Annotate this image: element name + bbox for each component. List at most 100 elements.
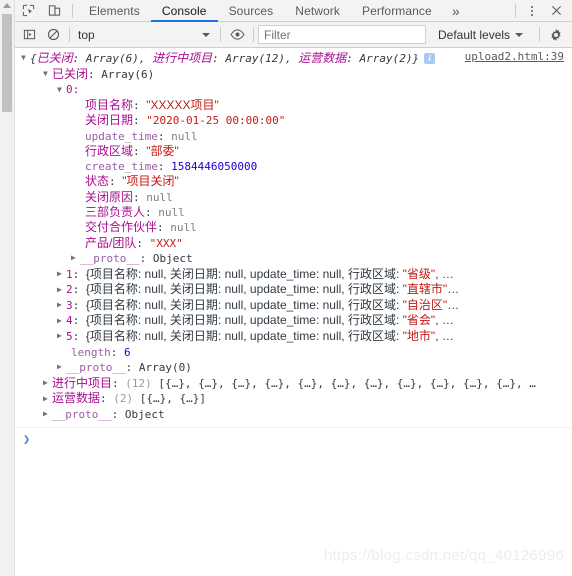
array-item-row[interactable]: 2: {项目名称: null, 关闭日期: null, update_time:… bbox=[15, 282, 572, 298]
root-proto-row[interactable]: __proto__: Object bbox=[15, 407, 572, 423]
scrollbar-up-arrow-icon[interactable] bbox=[3, 3, 11, 8]
close-icon[interactable] bbox=[543, 0, 569, 21]
expand-triangle-icon[interactable] bbox=[21, 50, 30, 65]
property-value: null bbox=[171, 129, 198, 143]
item-proto-row[interactable]: __proto__: Object bbox=[15, 251, 572, 267]
devtools-tabbar: Elements Console Sources Network Perform… bbox=[15, 0, 572, 22]
array-preview: [{…}, {…}] bbox=[139, 392, 206, 406]
array-length-row: length: 6 bbox=[71, 345, 131, 359]
filter-input[interactable] bbox=[258, 25, 426, 44]
array-item-row[interactable]: 4: {项目名称: null, 关闭日期: null, update_time:… bbox=[15, 313, 572, 329]
array-preview: [{…}, {…}, {…}, {…}, {…}, {…}, {…}, {…},… bbox=[158, 376, 536, 390]
array-item-row[interactable]: 5: {项目名称: null, 关闭日期: null, update_time:… bbox=[15, 329, 572, 345]
expand-triangle-icon[interactable] bbox=[43, 375, 52, 390]
object-property-row: 产品/团队: "XXX" bbox=[85, 235, 183, 250]
page-scrollbar[interactable] bbox=[0, 0, 15, 576]
array-count: (12) bbox=[125, 376, 152, 390]
device-toolbar-icon[interactable] bbox=[41, 0, 67, 21]
log-levels-label: Default levels bbox=[438, 27, 511, 42]
array-item-row[interactable]: 3: {项目名称: null, 关闭日期: null, update_time:… bbox=[15, 298, 572, 314]
object-preview-region: "直辖市" bbox=[402, 282, 448, 297]
expand-triangle-icon[interactable] bbox=[57, 297, 66, 312]
property-key: 行政区域 bbox=[85, 143, 134, 158]
property-key: 三部负责人 bbox=[85, 205, 146, 219]
closed-array-row[interactable]: 已关闭: Array(6) bbox=[15, 67, 572, 83]
settings-gear-icon[interactable] bbox=[544, 23, 568, 47]
source-link[interactable]: upload2.html:39 bbox=[465, 50, 564, 63]
expand-triangle-icon[interactable] bbox=[57, 313, 66, 328]
summary-key: 已关闭 bbox=[36, 51, 73, 65]
console-sidebar-icon[interactable] bbox=[17, 23, 41, 47]
property-value: "2020-01-25 00:00:00" bbox=[146, 114, 286, 128]
property-key: __proto__ bbox=[80, 251, 140, 265]
tab-elements[interactable]: Elements bbox=[78, 0, 151, 22]
tab-console[interactable]: Console bbox=[150, 0, 218, 22]
object-preview-prefix: {项目名称: null, 关闭日期: null, update_time: nu… bbox=[85, 313, 403, 328]
property-key: __proto__ bbox=[66, 361, 126, 375]
log-levels-selector[interactable]: Default levels bbox=[438, 27, 524, 42]
object-preview-tail: … bbox=[447, 297, 460, 312]
object-preview-prefix: {项目名称: null, 关闭日期: null, update_time: nu… bbox=[85, 266, 403, 281]
console-prompt[interactable]: ❯ bbox=[15, 428, 572, 452]
toolbar-right-group bbox=[535, 23, 568, 47]
expand-triangle-icon[interactable] bbox=[43, 66, 52, 81]
inspect-element-icon[interactable] bbox=[15, 0, 41, 21]
toolbar-divider-2 bbox=[220, 27, 221, 42]
expand-triangle-icon[interactable] bbox=[57, 82, 66, 97]
property-key: 产品/团队 bbox=[85, 235, 137, 250]
property-key: 已关闭 bbox=[52, 66, 89, 81]
summary-value: Array(2) bbox=[359, 52, 413, 65]
clear-console-icon[interactable] bbox=[41, 23, 65, 47]
tab-performance[interactable]: Performance bbox=[351, 0, 443, 22]
property-key: create_time bbox=[85, 160, 158, 174]
live-expression-icon[interactable] bbox=[225, 23, 249, 47]
array-item-row[interactable]: 1: {项目名称: null, 关闭日期: null, update_time:… bbox=[15, 267, 572, 283]
object-property-row: 关闭日期: "2020-01-25 00:00:00" bbox=[85, 113, 286, 128]
object-property-row: 关闭原因: null bbox=[85, 189, 173, 204]
object-preview-region: "省级" bbox=[402, 266, 436, 281]
object-preview-region: "省会" bbox=[402, 313, 436, 328]
more-tabs-label: » bbox=[451, 2, 460, 19]
array-item-0-row[interactable]: 0: bbox=[15, 82, 572, 98]
property-value: null bbox=[146, 190, 173, 204]
expand-triangle-icon[interactable] bbox=[43, 406, 52, 421]
expand-triangle-icon[interactable] bbox=[57, 359, 66, 374]
tab-label: Sources bbox=[228, 3, 274, 18]
toolbar-divider bbox=[69, 27, 70, 42]
expand-triangle-icon[interactable] bbox=[57, 328, 66, 343]
property-value: Object bbox=[152, 251, 193, 265]
inprogress-array-row[interactable]: 进行中项目: (12) [{…}, {…}, {…}, {…}, {…}, {…… bbox=[15, 376, 572, 392]
property-key: length bbox=[71, 345, 111, 359]
property-value: 1584446050000 bbox=[171, 160, 258, 174]
info-badge-icon[interactable]: i bbox=[424, 52, 436, 64]
object-property-row: 项目名称: "XXXXX项目" bbox=[85, 97, 219, 112]
tabbar-right-group bbox=[510, 0, 572, 21]
console-output[interactable]: upload2.html:39 {已关闭: Array(6), 进行中项目: A… bbox=[15, 48, 572, 576]
execution-context-selector[interactable]: top bbox=[74, 25, 216, 45]
scrollbar-thumb[interactable] bbox=[2, 14, 12, 112]
more-options-icon[interactable] bbox=[521, 0, 543, 21]
prompt-chevron-icon: ❯ bbox=[23, 431, 31, 446]
more-tabs-button[interactable]: » bbox=[443, 0, 469, 22]
property-value: "XXXXX项目" bbox=[146, 97, 219, 112]
property-value: "部委" bbox=[146, 143, 179, 158]
expand-triangle-icon[interactable] bbox=[57, 266, 66, 281]
expand-triangle-icon[interactable] bbox=[71, 250, 80, 265]
array-count: (2) bbox=[113, 392, 134, 406]
array-index-label: 2 bbox=[66, 283, 73, 297]
array-proto-row[interactable]: __proto__: Array(0) bbox=[15, 360, 572, 376]
tab-network[interactable]: Network bbox=[284, 0, 351, 22]
expand-triangle-icon[interactable] bbox=[43, 391, 52, 406]
property-value: Object bbox=[124, 407, 165, 421]
tab-sources[interactable]: Sources bbox=[218, 0, 285, 22]
expand-triangle-icon[interactable] bbox=[57, 282, 66, 297]
property-value: Array(0) bbox=[138, 361, 192, 375]
operations-array-row[interactable]: 运营数据: (2) [{…}, {…}] bbox=[15, 391, 572, 407]
object-property-row: 行政区域: "部委" bbox=[85, 143, 179, 158]
property-key: 交付合作伙伴 bbox=[85, 220, 158, 235]
kebab-dot bbox=[531, 5, 533, 8]
array-index-label: 1 bbox=[66, 267, 73, 281]
console-message: upload2.html:39 {已关闭: Array(6), 进行中项目: A… bbox=[15, 48, 572, 428]
object-property-row: 三部负责人: null bbox=[85, 205, 185, 219]
chevron-down-icon bbox=[515, 32, 524, 37]
